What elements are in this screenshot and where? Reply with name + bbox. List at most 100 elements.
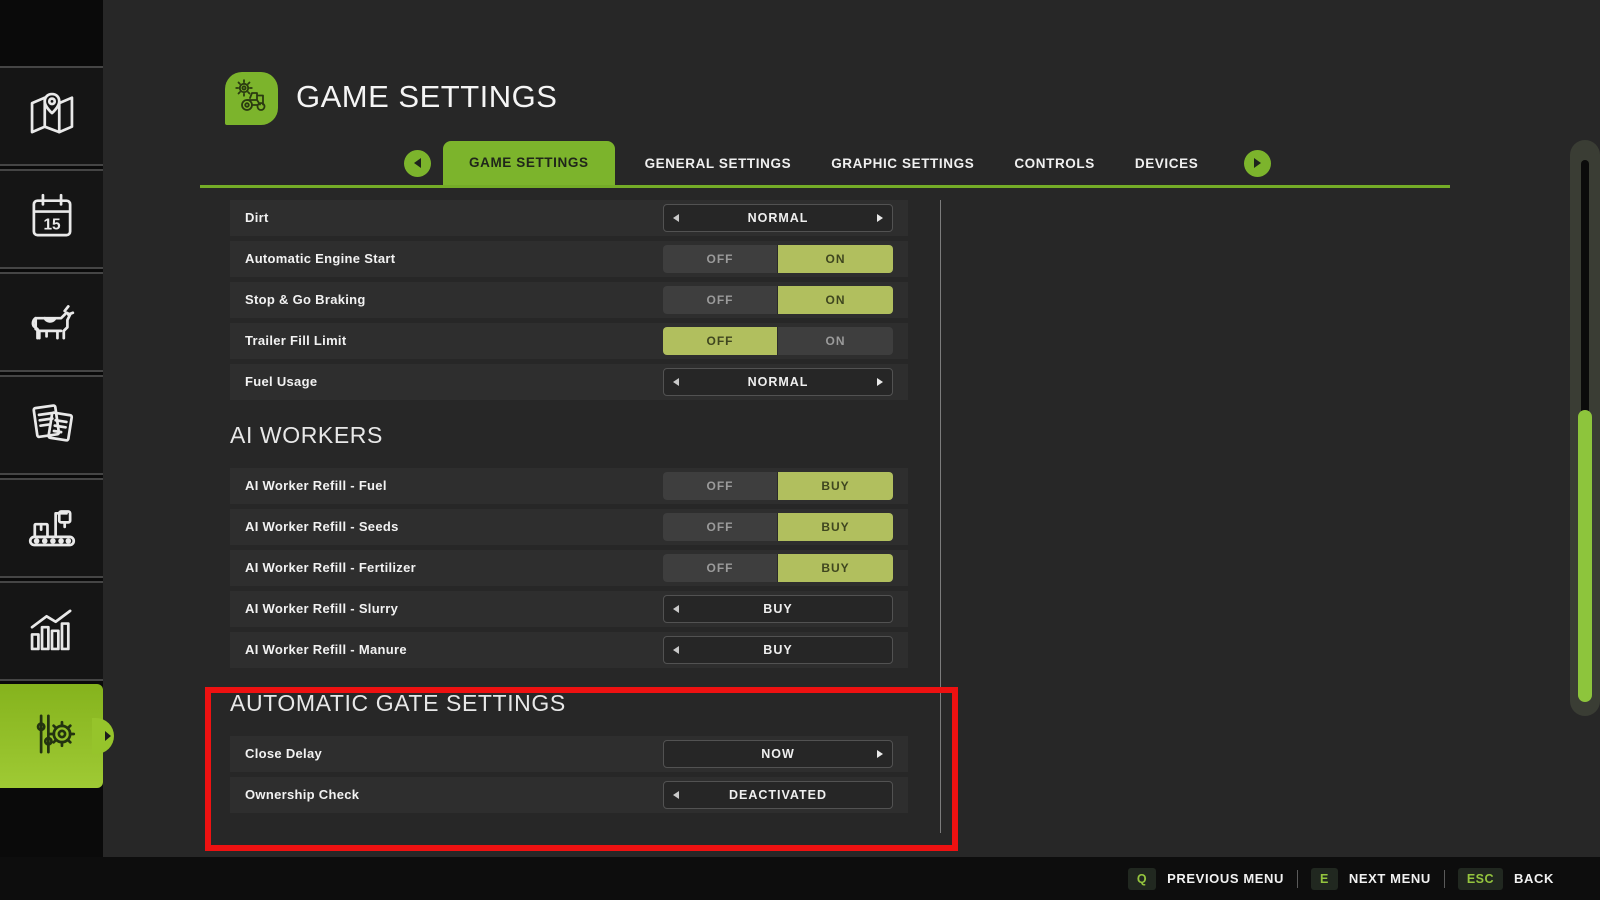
toggle-option-on[interactable]: ON (778, 327, 893, 355)
setting-label: AI Worker Refill - Fertilizer (245, 560, 416, 575)
map-icon (23, 85, 81, 148)
tab-prev-arrow-button[interactable] (404, 149, 431, 177)
finances-icon (23, 394, 81, 457)
setting-label: Stop & Go Braking (245, 292, 366, 307)
tab-controls[interactable]: CONTROLS (1014, 156, 1095, 171)
selector-right-arrow-icon[interactable] (877, 750, 883, 758)
option-selector[interactable]: BUY (663, 636, 893, 664)
setting-label: AI Worker Refill - Slurry (245, 601, 399, 616)
key-badge-e: E (1311, 867, 1338, 890)
svg-text:15: 15 (43, 216, 61, 233)
statistics-icon (23, 600, 81, 663)
toggle-option-off[interactable]: OFF (663, 513, 778, 541)
option-selector[interactable]: DEACTIVATED (663, 781, 893, 809)
tab-devices[interactable]: DEVICES (1135, 156, 1198, 171)
selector-value: NOW (761, 747, 795, 761)
settings-row: Stop & Go Braking OFF ON (230, 282, 908, 318)
sidebar-item-animals[interactable] (0, 272, 103, 372)
hint-label: NEXT MENU (1348, 871, 1431, 886)
settings-row: Fuel Usage NORMAL (230, 364, 908, 400)
settings-icon (23, 705, 81, 768)
tab-graphic-settings[interactable]: GRAPHIC SETTINGS (831, 156, 974, 171)
settings-row: Automatic Engine Start OFF ON (230, 241, 908, 277)
option-selector[interactable]: NOW (663, 740, 893, 768)
toggle-option-off[interactable]: OFF (663, 286, 778, 314)
toggle-option-off[interactable]: OFF (663, 245, 778, 273)
setting-label: AI Worker Refill - Manure (245, 642, 407, 657)
selector-value: BUY (763, 643, 793, 657)
key-badge-esc: ESC (1457, 867, 1504, 890)
toggle-option-off[interactable]: OFF (663, 472, 778, 500)
sidebar-item-finances[interactable] (0, 375, 103, 475)
scrollbar-thumb[interactable] (1578, 410, 1592, 702)
settings-row: AI Worker Refill - Slurry BUY (230, 591, 908, 627)
option-selector[interactable]: BUY (663, 595, 893, 623)
settings-row: AI Worker Refill - Manure BUY (230, 632, 908, 668)
toggle-option-on[interactable]: ON (778, 286, 893, 314)
toggle-option-on[interactable]: ON (778, 245, 893, 273)
setting-label: Ownership Check (245, 787, 360, 802)
hint-separator (1297, 869, 1299, 888)
toggle-option-off[interactable]: OFF (663, 554, 778, 582)
toggle-option-buy[interactable]: BUY (778, 554, 893, 582)
settings-row: Trailer Fill Limit OFF ON (230, 323, 908, 359)
toggle-option-buy[interactable]: BUY (778, 513, 893, 541)
option-selector[interactable]: NORMAL (663, 204, 893, 232)
selector-left-arrow-icon[interactable] (673, 791, 679, 799)
settings-row: AI Worker Refill - Fertilizer OFF BUY (230, 550, 908, 586)
section-title: AUTOMATIC GATE SETTINGS (230, 690, 566, 716)
left-arrow-icon (414, 158, 421, 168)
selector-value: BUY (763, 602, 793, 616)
selector-left-arrow-icon[interactable] (673, 378, 679, 386)
settings-row: Dirt NORMAL (230, 200, 908, 236)
tab-game-settings[interactable]: GAME SETTINGS (443, 141, 615, 185)
selector-left-arrow-icon[interactable] (673, 605, 679, 613)
selector-left-arrow-icon[interactable] (673, 646, 679, 654)
toggle-group: OFF ON (663, 286, 893, 314)
setting-label: AI Worker Refill - Seeds (245, 519, 399, 534)
key-badge-q: Q (1127, 867, 1157, 890)
option-selector[interactable]: NORMAL (663, 368, 893, 396)
setting-label: Trailer Fill Limit (245, 333, 347, 348)
toggle-group: OFF BUY (663, 554, 893, 582)
sidebar-item-production[interactable] (0, 478, 103, 578)
game-settings-screen: 15 GAME SETTINGS GAME SETTINGS GENERAL SE… (0, 0, 1600, 900)
toggle-group: OFF BUY (663, 472, 893, 500)
toggle-group: OFF BUY (663, 513, 893, 541)
sidebar-item-statistics[interactable] (0, 581, 103, 681)
toggle-option-buy[interactable]: BUY (778, 472, 893, 500)
hint-next-menu[interactable]: E NEXT MENU (1311, 867, 1431, 890)
list-scrollbar-track[interactable] (940, 200, 941, 833)
settings-row: Close Delay NOW (230, 736, 908, 772)
right-arrow-icon (1254, 158, 1262, 168)
sidebar: 15 (0, 0, 114, 900)
selector-value: NORMAL (747, 211, 809, 225)
tab-next-arrow-button[interactable] (1244, 149, 1272, 177)
toggle-option-off[interactable]: OFF (663, 327, 778, 355)
selector-right-arrow-icon[interactable] (877, 214, 883, 222)
tractor-gear-icon (234, 78, 270, 119)
settings-row: AI Worker Refill - Fuel OFF BUY (230, 468, 908, 504)
page-scrollbar[interactable] (1570, 140, 1600, 716)
game-settings-badge (225, 72, 278, 125)
animals-icon (23, 291, 81, 354)
sidebar-item-settings[interactable] (0, 684, 114, 788)
hint-previous-menu[interactable]: Q PREVIOUS MENU (1127, 867, 1284, 890)
selector-right-arrow-icon[interactable] (877, 378, 883, 386)
sidebar-item-map[interactable] (0, 66, 103, 166)
calendar-icon: 15 (23, 188, 81, 251)
settings-row: AI Worker Refill - Seeds OFF BUY (230, 509, 908, 545)
selector-left-arrow-icon[interactable] (673, 214, 679, 222)
hint-back[interactable]: ESC BACK (1457, 867, 1554, 890)
active-item-arrow-icon (105, 731, 111, 741)
setting-label: Fuel Usage (245, 374, 318, 389)
toggle-group: OFF ON (663, 245, 893, 273)
tab-general-settings[interactable]: GENERAL SETTINGS (645, 156, 792, 171)
hint-separator (1443, 869, 1445, 888)
production-icon (23, 497, 81, 560)
tab-bar: GAME SETTINGS GENERAL SETTINGS GRAPHIC SET… (404, 141, 1272, 185)
setting-label: Dirt (245, 210, 269, 225)
setting-label: Automatic Engine Start (245, 251, 396, 266)
sidebar-item-calendar[interactable]: 15 (0, 169, 103, 269)
page-title: GAME SETTINGS (296, 79, 558, 114)
